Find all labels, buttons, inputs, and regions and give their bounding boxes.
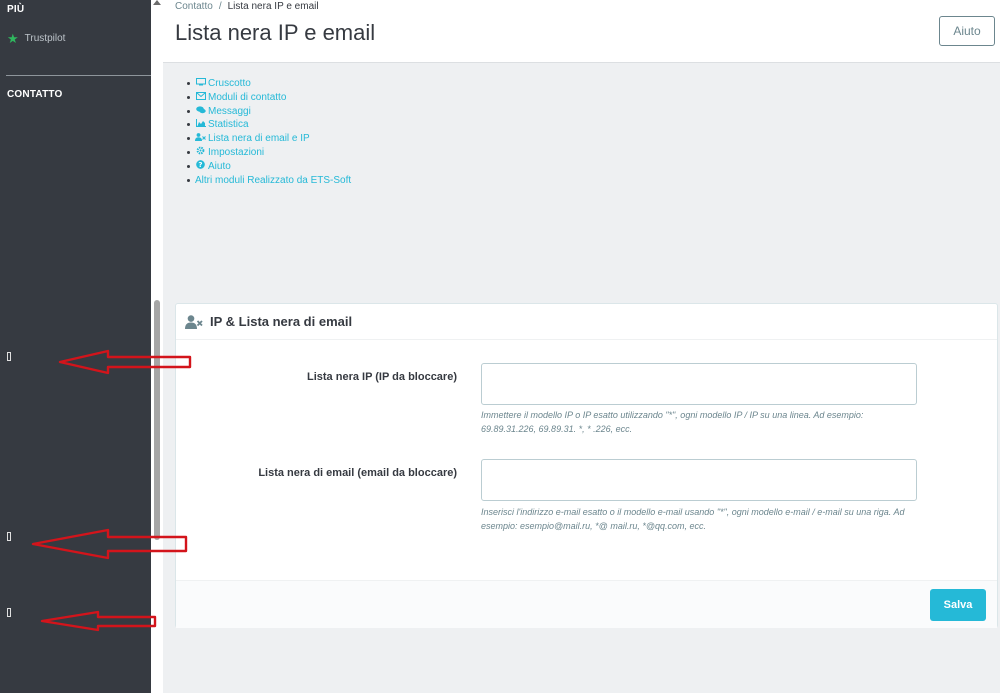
envelope-icon bbox=[195, 91, 206, 105]
breadcrumb: Contatto / Lista nera IP e email bbox=[175, 1, 319, 12]
nav-item-label: Aiuto bbox=[208, 160, 231, 172]
nav-item-blacklist[interactable]: Lista nera di email e IP bbox=[186, 132, 351, 146]
missing-glyph-icon[interactable] bbox=[7, 532, 11, 541]
sidebar-divider bbox=[6, 75, 151, 76]
nav-item-settings[interactable]: Impostazioni bbox=[186, 146, 351, 160]
save-button[interactable]: Salva bbox=[930, 589, 986, 621]
nav-item-help[interactable]: ? Aiuto bbox=[186, 160, 351, 174]
blacklist-panel: IP & Lista nera di email Lista nera IP (… bbox=[175, 303, 998, 628]
sidebar-section-more: PIÙ bbox=[7, 4, 25, 15]
sidebar-item-trustpilot[interactable]: ★ Trustpilot bbox=[7, 32, 65, 45]
nav-item-label: Messaggi bbox=[208, 105, 251, 117]
sidebar-item-label: Trustpilot bbox=[24, 33, 66, 44]
breadcrumb-parent[interactable]: Contatto bbox=[175, 1, 213, 12]
nav-item-statistics[interactable]: Statistica bbox=[186, 118, 351, 132]
nav-item-messages[interactable]: Messaggi bbox=[186, 105, 351, 119]
nav-item-label: Moduli di contatto bbox=[208, 91, 287, 103]
user-times-icon bbox=[185, 314, 203, 329]
scroll-up-arrow-icon[interactable] bbox=[153, 0, 161, 5]
panel-heading: IP & Lista nera di email bbox=[176, 304, 997, 340]
nav-item-label: Lista nera di email e IP bbox=[208, 133, 310, 145]
panel-footer: Salva bbox=[176, 580, 997, 628]
email-blacklist-help: Inserisci l'indirizzo e-mail esatto o il… bbox=[481, 507, 905, 531]
nav-item-label: Statistica bbox=[208, 119, 249, 131]
area-chart-icon bbox=[195, 118, 206, 132]
sidebar-scrollbar-thumb[interactable] bbox=[154, 300, 160, 540]
star-icon: ★ bbox=[7, 31, 19, 46]
page-header: Contatto / Lista nera IP e email Lista ner… bbox=[163, 0, 1000, 63]
nav-item-label: Altri moduli Realizzato da ETS-Soft bbox=[195, 174, 352, 186]
comments-icon bbox=[195, 105, 206, 119]
user-times-icon bbox=[195, 132, 206, 146]
nav-item-dashboard[interactable]: Cruscotto bbox=[186, 77, 351, 91]
email-blacklist-label: Lista nera di email (email da bloccare) bbox=[258, 467, 457, 479]
panel-title: IP & Lista nera di email bbox=[210, 314, 353, 329]
ip-blacklist-textarea[interactable] bbox=[481, 363, 917, 405]
svg-text:?: ? bbox=[198, 160, 202, 169]
module-nav: Cruscotto Moduli di contatto Messaggi St… bbox=[186, 77, 352, 188]
monitor-icon bbox=[195, 77, 206, 91]
nav-item-other-modules[interactable]: Altri moduli Realizzato da ETS-Soft bbox=[186, 174, 352, 188]
email-blacklist-textarea[interactable] bbox=[481, 459, 917, 501]
missing-glyph-icon[interactable] bbox=[7, 608, 11, 617]
page-title: Lista nera IP e email bbox=[175, 20, 376, 45]
help-button[interactable]: Aiuto bbox=[939, 16, 995, 46]
sidebar-section-contact: CONTATTO bbox=[7, 89, 63, 100]
nav-item-contact-forms[interactable]: Moduli di contatto bbox=[186, 91, 351, 105]
question-icon: ? bbox=[195, 160, 206, 174]
nav-item-label: Cruscotto bbox=[208, 78, 251, 89]
ip-blacklist-label: Lista nera IP (IP da bloccare) bbox=[307, 371, 457, 383]
missing-glyph-icon[interactable] bbox=[7, 352, 11, 361]
gear-icon bbox=[195, 146, 206, 160]
sidebar: PIÙ ★ Trustpilot CONTATTO bbox=[0, 0, 151, 693]
breadcrumb-current: Lista nera IP e email bbox=[227, 1, 319, 12]
breadcrumb-separator: / bbox=[218, 1, 222, 12]
nav-item-label: Impostazioni bbox=[208, 146, 265, 158]
ip-blacklist-help: Immettere il modello IP o IP esatto util… bbox=[481, 410, 864, 434]
